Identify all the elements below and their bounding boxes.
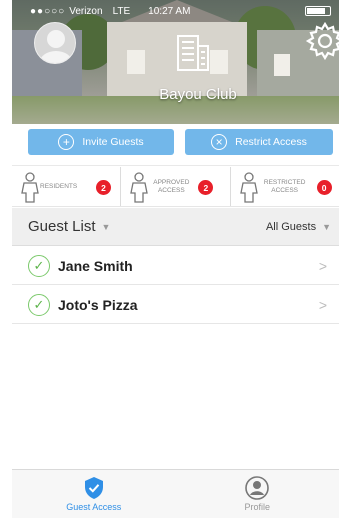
stat-residents[interactable]: RESIDENTS 2 — [12, 167, 120, 206]
guest-name: Joto's Pizza — [58, 296, 138, 313]
count-badge: 2 — [198, 180, 214, 195]
restrict-access-button[interactable]: × Restrict Access — [185, 129, 333, 155]
guest-filter-value: All Guests — [265, 220, 317, 233]
list-item[interactable]: ✓ Joto's Pizza > — [12, 286, 339, 324]
stat-restricted-access[interactable]: RESTRICTED ACCESS 0 — [229, 167, 339, 206]
restrict-access-label: Restrict Access — [235, 136, 307, 148]
invite-guests-button[interactable]: + Invite Guests — [28, 129, 174, 155]
access-stats: RESIDENTS 2 APPROVED ACCESS 2 RESTRICTED… — [12, 167, 339, 207]
building-icon — [177, 35, 209, 71]
guest-filter-dropdown[interactable]: All Guests ▼ — [266, 221, 331, 233]
plus-circle-icon: + — [58, 134, 75, 150]
clock: 10:27 AM — [148, 5, 191, 17]
tab-bar: Guest Access Profile — [12, 469, 339, 518]
person-icon — [130, 171, 149, 203]
club-name: Bayou Club — [159, 86, 237, 103]
battery-icon — [305, 6, 331, 16]
person-icon — [239, 171, 258, 203]
chevron-right-icon: > — [318, 257, 327, 274]
guest-list-header: Guest List ▼ All Guests ▼ — [12, 208, 339, 246]
tab-profile[interactable]: Profile — [176, 470, 339, 518]
stat-label: RESTRICTED ACCESS — [263, 179, 306, 194]
stat-label: RESIDENTS — [40, 182, 78, 190]
tab-label: Profile — [244, 502, 270, 512]
shield-icon — [84, 477, 103, 499]
x-circle-icon: × — [211, 134, 228, 150]
avatar[interactable] — [34, 22, 76, 64]
tab-label: Guest Access — [66, 502, 122, 512]
app-screen: ●●○○○ Verizon LTE 10:27 AM Bayou Club + … — [0, 0, 339, 518]
avatar-head — [47, 30, 65, 48]
action-buttons: + Invite Guests × Restrict Access — [12, 124, 339, 166]
check-circle-icon: ✓ — [28, 293, 50, 316]
chevron-down-icon[interactable]: ▼ — [102, 222, 111, 232]
gear-icon[interactable] — [304, 20, 339, 62]
signal-indicator: ●●○○○ — [30, 5, 66, 17]
invite-guests-label: Invite Guests — [82, 136, 144, 148]
tab-guest-access[interactable]: Guest Access — [12, 470, 176, 518]
chevron-right-icon: > — [318, 296, 327, 313]
guest-list-title[interactable]: Guest List — [28, 218, 96, 235]
guest-name: Jane Smith — [58, 257, 133, 274]
check-circle-icon: ✓ — [28, 254, 50, 277]
avatar-body — [40, 51, 72, 63]
stat-label: APPROVED ACCESS — [153, 179, 190, 194]
background-window — [127, 50, 145, 74]
user-icon — [245, 476, 270, 500]
chevron-down-icon: ▼ — [322, 221, 331, 232]
count-badge: 2 — [96, 180, 111, 195]
header-banner: ●●○○○ Verizon LTE 10:27 AM Bayou Club — [12, 0, 339, 124]
stat-approved-access[interactable]: APPROVED ACCESS 2 — [120, 167, 229, 206]
carrier-name: Verizon — [69, 5, 103, 17]
network-type: LTE — [112, 5, 131, 17]
list-item[interactable]: ✓ Jane Smith > — [12, 247, 339, 285]
status-bar: ●●○○○ Verizon LTE 10:27 AM — [30, 4, 331, 18]
count-badge: 0 — [316, 180, 332, 195]
background-window — [274, 54, 290, 76]
person-icon — [21, 171, 39, 203]
